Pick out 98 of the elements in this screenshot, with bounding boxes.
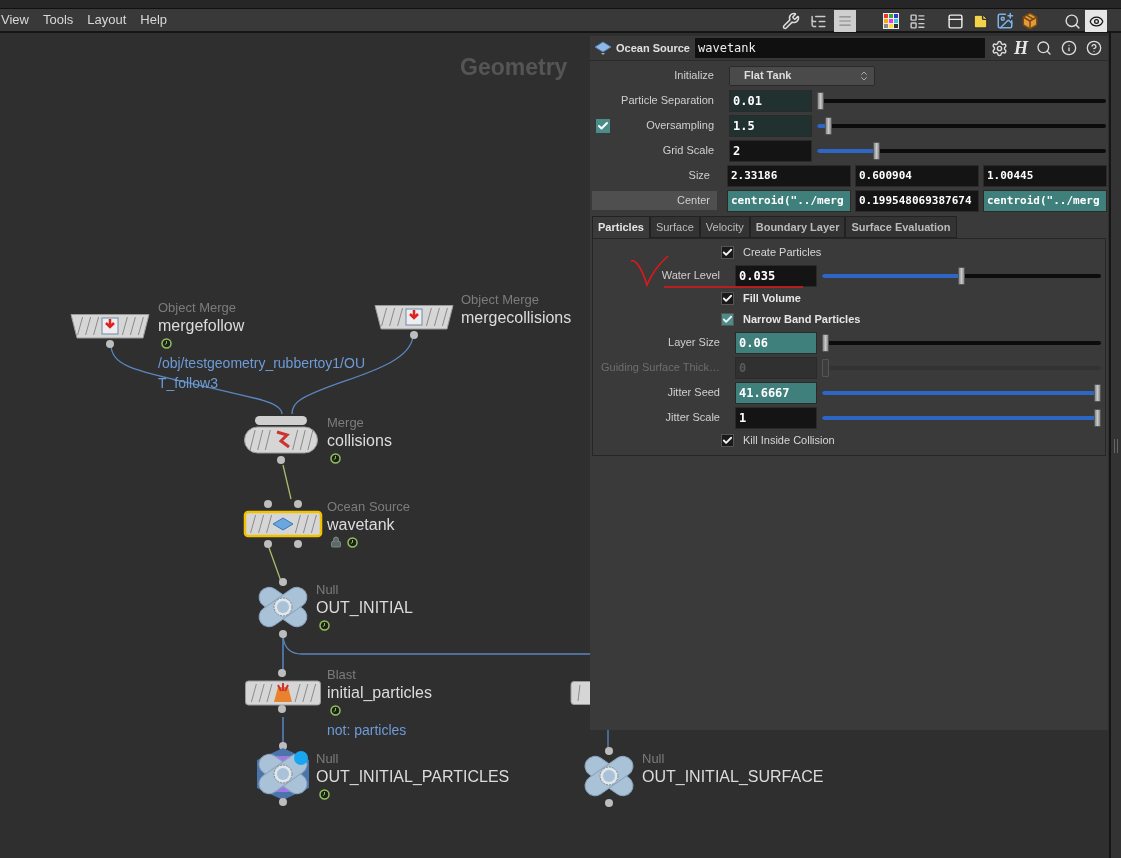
parameter-label: Grid Scale [661, 143, 714, 159]
node-name[interactable]: collisions [327, 431, 392, 450]
toggle-label[interactable]: Fill Volume [743, 290, 801, 307]
ocean-tiles-icon[interactable] [593, 41, 613, 55]
slider-fill [817, 148, 875, 153]
parameter-label: Jitter Seed [666, 385, 720, 401]
slider-handle[interactable] [1094, 408, 1101, 427]
value-field[interactable]: 0.199548069387674 [855, 189, 979, 212]
dropdown-menu[interactable]: Flat Tank [729, 65, 875, 86]
slider-track[interactable] [822, 332, 1101, 353]
node-drawing[interactable] [244, 669, 322, 713]
value-field[interactable]: 0.600904 [855, 164, 979, 187]
checkbox[interactable] [721, 246, 734, 259]
node-name[interactable]: mergecollisions [461, 308, 572, 327]
node-name[interactable]: OUT_INITIAL_PARTICLES [316, 767, 510, 786]
slider-track[interactable] [817, 115, 1106, 136]
node-drawing[interactable] [70, 313, 150, 349]
value-field[interactable]: centroid("../merg [983, 189, 1107, 212]
parameter-label: Jitter Scale [664, 410, 720, 426]
value-field[interactable]: 2.33186 [727, 164, 851, 187]
parameter-label: Oversampling [645, 118, 714, 134]
slider-track[interactable] [822, 265, 1101, 286]
tab[interactable]: Particles [592, 216, 650, 238]
toggle-label[interactable]: Narrow Band Particles [743, 311, 861, 328]
slider-track[interactable] [817, 140, 1106, 161]
toggle-label[interactable]: Create Particles [743, 244, 822, 261]
slider-track[interactable] [817, 90, 1106, 111]
node-type-label: Merge [327, 415, 364, 431]
lock-icon[interactable] [330, 536, 342, 548]
parameter-label: Water Level [660, 268, 720, 284]
info-icon[interactable] [1061, 40, 1077, 56]
parameter-label: Particle Separation [620, 93, 714, 109]
node-type-label: Blast [327, 667, 356, 683]
slider-handle[interactable] [1094, 383, 1101, 402]
search-icon[interactable] [1036, 40, 1052, 56]
color-palette-icon[interactable] [880, 10, 902, 32]
value-field[interactable]: 41.6667 [735, 381, 817, 404]
checkbox[interactable] [721, 292, 734, 305]
slider-track[interactable] [822, 357, 1101, 378]
slider-track[interactable] [822, 407, 1101, 428]
tab[interactable]: Surface Evaluation [845, 216, 957, 238]
tab[interactable]: Surface [649, 216, 700, 238]
node-type-label: Object Merge [158, 300, 237, 316]
parameter-label: Center [592, 191, 717, 210]
node-type-title: Ocean Source [616, 40, 690, 56]
parameter-label: Layer Size [667, 335, 720, 351]
node-name[interactable]: OUT_INITIAL_SURFACE [642, 767, 824, 786]
menu-item[interactable]: Help [140, 10, 168, 30]
node-type-label: Object Merge [461, 292, 540, 308]
slider-handle[interactable] [958, 266, 965, 285]
node-name[interactable]: wavetank [327, 515, 395, 534]
parameter-label: Size [687, 168, 711, 183]
settings-icon[interactable] [991, 39, 1008, 57]
slider-track[interactable] [822, 382, 1101, 403]
node-comment: not: particles [327, 721, 408, 740]
node-name-field[interactable]: wavetank [695, 38, 985, 58]
value-field[interactable]: centroid("../merg [727, 189, 851, 212]
node-type-label: Null [316, 751, 339, 767]
help-menu-glyph[interactable]: H [1014, 39, 1028, 57]
slider-handle[interactable] [825, 116, 833, 135]
node-drawing[interactable] [255, 742, 311, 806]
help-icon[interactable] [1086, 40, 1102, 56]
node-type-label: Null [642, 751, 665, 767]
node-type-label: Ocean Source [327, 499, 411, 515]
menu-item[interactable]: Tools [42, 10, 74, 30]
menu-item[interactable]: View [1, 10, 29, 30]
toggle-label[interactable]: Kill Inside Collision [743, 432, 835, 449]
slider-handle[interactable] [817, 91, 824, 110]
node-type-label: Null [316, 582, 339, 598]
tab[interactable]: Velocity [699, 216, 750, 238]
node-drawing[interactable] [570, 681, 590, 705]
value-field[interactable]: 1.00445 [983, 164, 1107, 187]
value-field[interactable]: 2 [729, 139, 812, 162]
node-drawing[interactable] [581, 747, 637, 807]
value-field[interactable]: 0.06 [735, 331, 817, 354]
stepper-arrows-icon [858, 69, 870, 82]
menu-item[interactable]: Layout [87, 10, 127, 30]
value-field[interactable]: 0.035 [735, 264, 817, 287]
tools-icon[interactable] [780, 10, 802, 32]
node-drawing[interactable] [243, 415, 319, 465]
value-field[interactable]: 0.01 [729, 89, 812, 112]
eye-icon[interactable] [1085, 10, 1107, 32]
slider-fill [817, 123, 826, 128]
node-name[interactable]: OUT_INITIAL [316, 598, 413, 617]
value-field[interactable]: 1 [735, 406, 817, 429]
tab[interactable]: Boundary Layer [749, 216, 846, 238]
checkbox[interactable] [721, 434, 734, 447]
checkbox[interactable] [721, 313, 734, 326]
node-name[interactable]: mergefollow [158, 316, 245, 335]
node-drawing[interactable] [374, 304, 454, 340]
wire [282, 464, 292, 500]
enable-checkbox[interactable] [596, 118, 610, 133]
value-field[interactable]: 1.5 [729, 114, 812, 137]
slider-handle[interactable] [873, 141, 881, 160]
node-drawing[interactable] [243, 500, 323, 548]
slider-handle[interactable] [822, 333, 829, 352]
parameter-label: Initialize [673, 68, 714, 84]
node-name[interactable]: initial_particles [327, 683, 432, 702]
